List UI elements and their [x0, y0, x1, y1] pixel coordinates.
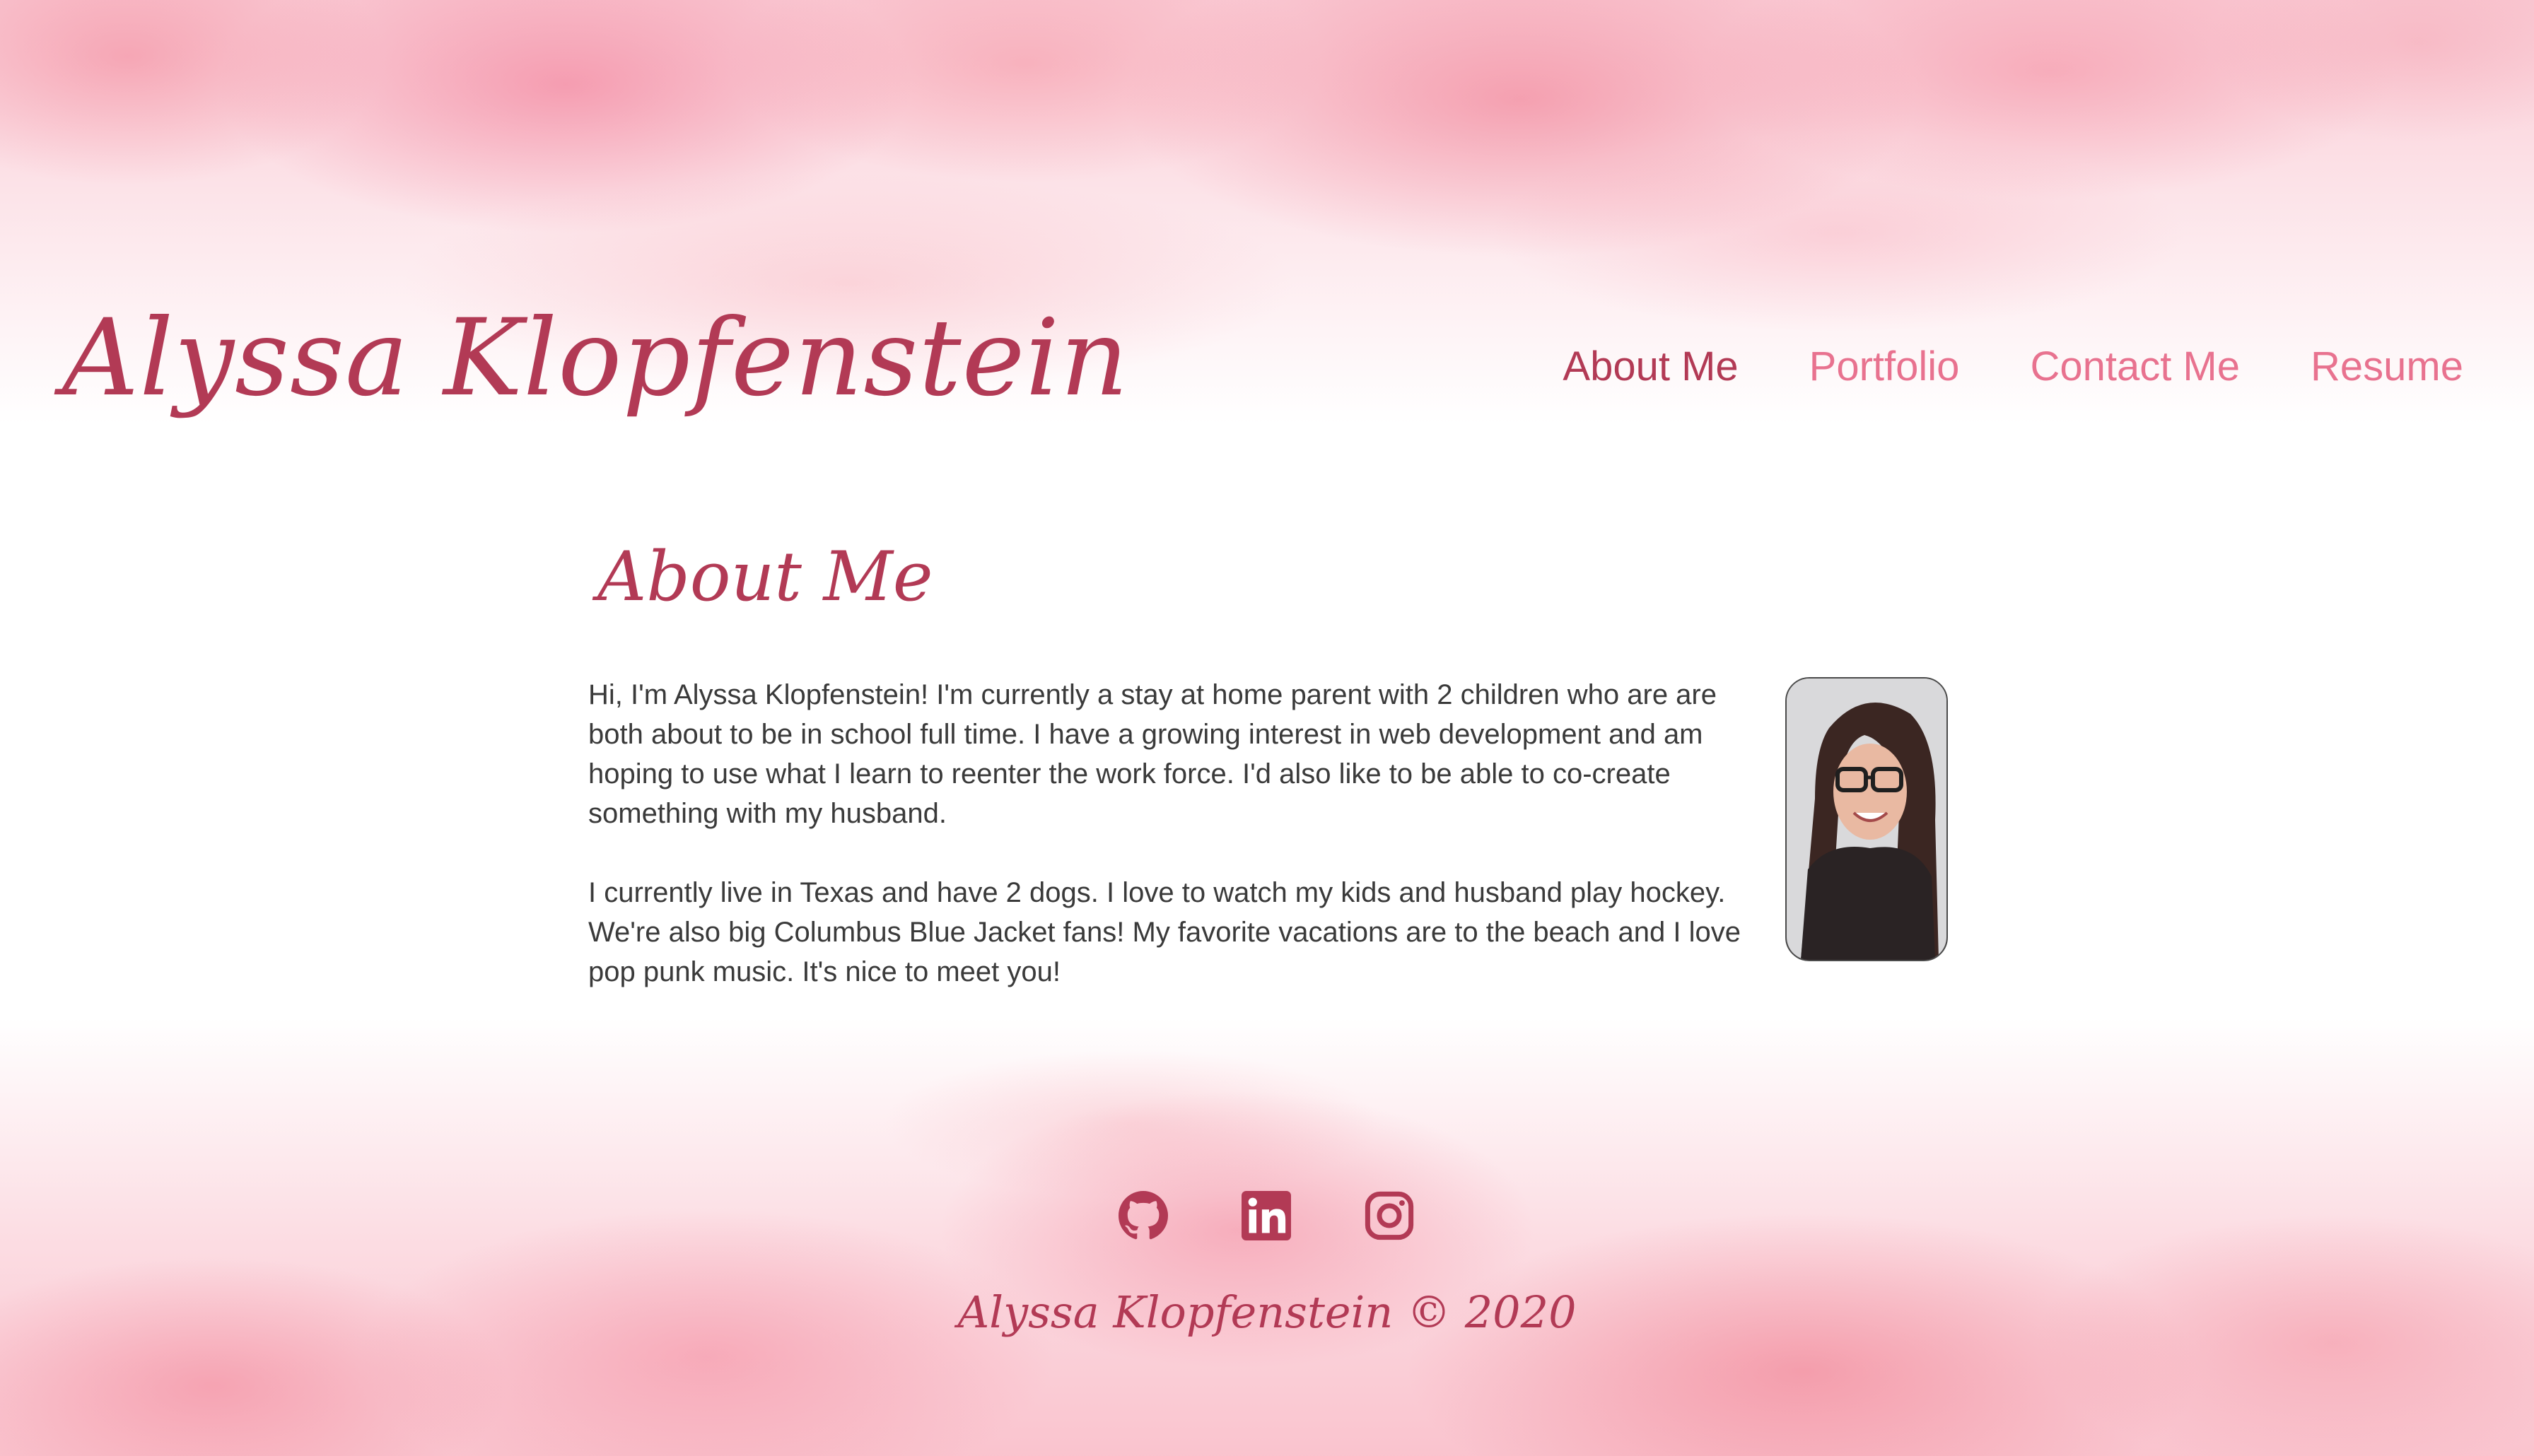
- bio-paragraph: Hi, I'm Alyssa Klopfenstein! I'm current…: [588, 679, 1717, 829]
- nav-portfolio[interactable]: Portfolio: [1809, 343, 1960, 390]
- bio-text: Hi, I'm Alyssa Klopfenstein! I'm current…: [588, 675, 1748, 1031]
- section-title: About Me: [597, 537, 933, 616]
- instagram-link[interactable]: [1365, 1191, 1414, 1240]
- social-links: [1119, 1191, 1414, 1240]
- instagram-icon: [1365, 1191, 1414, 1240]
- github-link[interactable]: [1119, 1191, 1168, 1240]
- site-title: Alyssa Klopfenstein: [62, 297, 1129, 420]
- copyright-text: Alyssa Klopfenstein © 2020: [957, 1286, 1577, 1338]
- main-nav: About Me Portfolio Contact Me Resume: [1563, 343, 2463, 390]
- bio-paragraph: I currently live in Texas and have 2 dog…: [588, 877, 1741, 987]
- linkedin-link[interactable]: [1242, 1191, 1291, 1240]
- github-icon: [1119, 1191, 1168, 1240]
- nav-resume[interactable]: Resume: [2311, 343, 2463, 390]
- nav-contact-me[interactable]: Contact Me: [2030, 343, 2240, 390]
- nav-about-me[interactable]: About Me: [1563, 343, 1738, 390]
- profile-photo: [1785, 677, 1948, 961]
- linkedin-icon: [1242, 1191, 1291, 1240]
